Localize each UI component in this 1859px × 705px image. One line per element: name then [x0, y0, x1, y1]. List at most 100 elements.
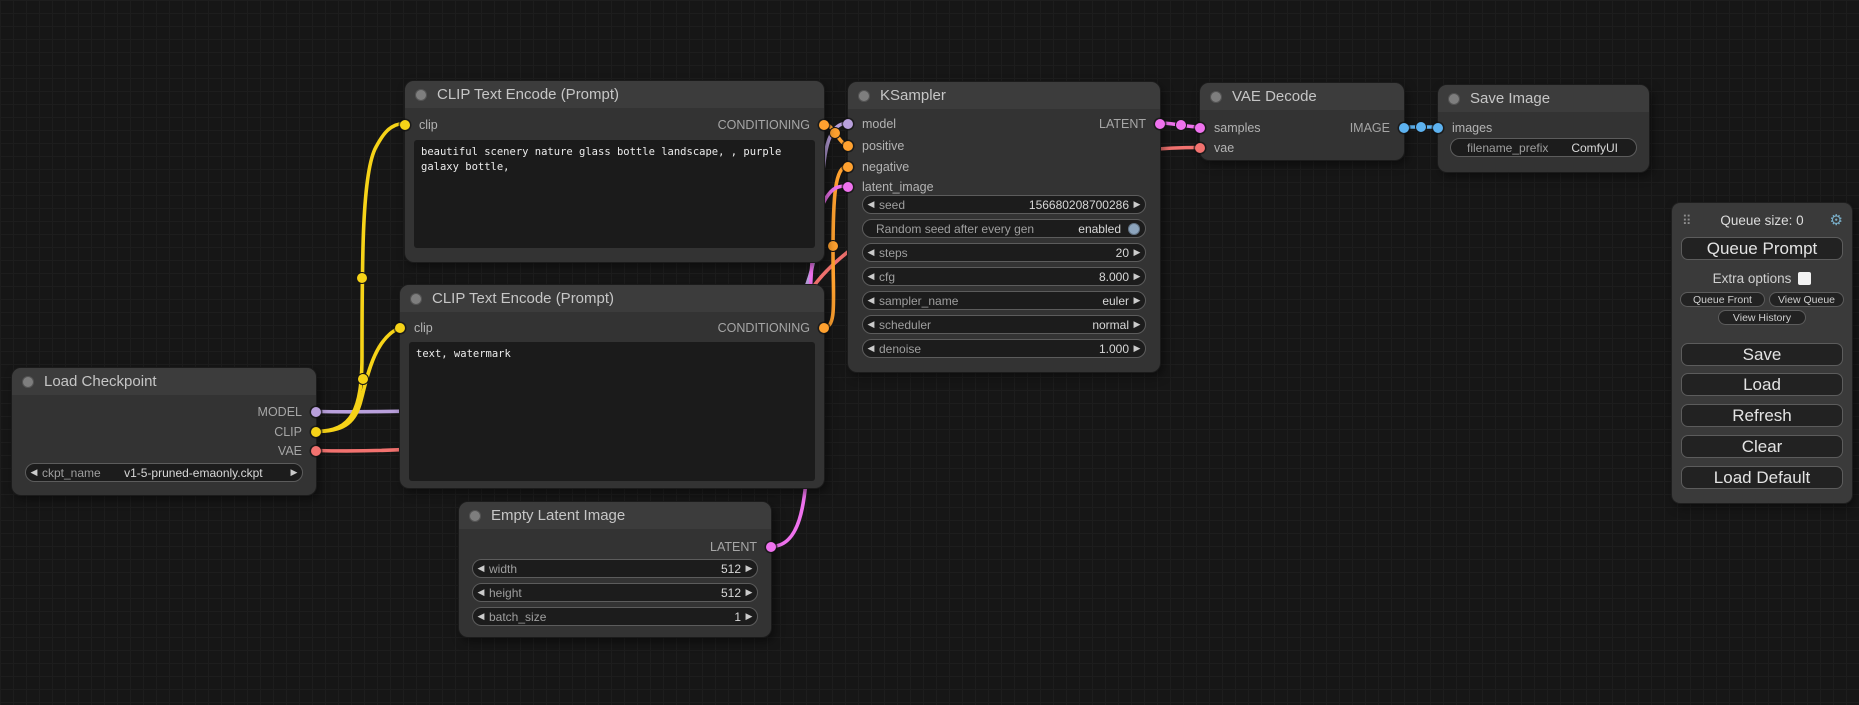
increment-arrow-icon[interactable]: ▶	[1129, 247, 1145, 258]
input-label-positive: positive	[862, 139, 904, 153]
queue-prompt-button[interactable]: Queue Prompt	[1681, 237, 1843, 260]
batch-size-widget[interactable]: ◀ batch_size 1 ▶	[472, 607, 758, 626]
port-negative-input[interactable]	[843, 162, 853, 172]
toggle-icon[interactable]	[1128, 223, 1140, 235]
node-ksampler[interactable]: KSampler model LATENT positive negative …	[848, 82, 1160, 372]
node-save-image[interactable]: Save Image images filename_prefix ComfyU…	[1438, 85, 1649, 172]
node-title-bar[interactable]: KSampler	[848, 82, 1160, 109]
increment-arrow-icon[interactable]: ▶	[1129, 295, 1145, 306]
increment-arrow-icon[interactable]: ▶	[286, 467, 302, 478]
decrement-arrow-icon[interactable]: ◀	[863, 343, 879, 354]
collapse-dot-icon[interactable]	[858, 90, 870, 102]
decrement-arrow-icon[interactable]: ◀	[863, 295, 879, 306]
queue-panel[interactable]: ⠿ Queue size: 0 ⚙ Queue Prompt Extra opt…	[1672, 203, 1852, 503]
width-widget[interactable]: ◀ width 512 ▶	[472, 559, 758, 578]
input-label-images: images	[1452, 121, 1492, 135]
reroute-dot-positive	[830, 128, 841, 139]
input-label-samples: samples	[1214, 121, 1261, 135]
ckpt-name-widget[interactable]: ◀ ckpt_name v1-5-pruned-emaonly.ckpt ▶	[25, 463, 303, 482]
random-seed-widget[interactable]: Random seed after every gen enabled	[862, 219, 1146, 238]
port-vae-output[interactable]	[311, 446, 321, 456]
port-positive-input[interactable]	[843, 141, 853, 151]
port-model-output[interactable]	[311, 407, 321, 417]
port-clip-input[interactable]	[400, 120, 410, 130]
save-button[interactable]: Save	[1681, 343, 1843, 366]
denoise-widget[interactable]: ◀ denoise 1.000 ▶	[862, 339, 1146, 358]
port-image-output[interactable]	[1399, 123, 1409, 133]
collapse-dot-icon[interactable]	[22, 376, 34, 388]
node-vae-decode[interactable]: VAE Decode samples IMAGE vae	[1200, 83, 1404, 160]
output-label-latent: LATENT	[1099, 117, 1146, 131]
decrement-arrow-icon[interactable]: ◀	[863, 319, 879, 330]
node-title-bar[interactable]: CLIP Text Encode (Prompt)	[405, 81, 824, 108]
queue-size-label: Queue size: 0	[1672, 213, 1852, 228]
decrement-arrow-icon[interactable]: ◀	[863, 247, 879, 258]
decrement-arrow-icon[interactable]: ◀	[863, 271, 879, 282]
extra-options-label: Extra options	[1713, 271, 1792, 286]
decrement-arrow-icon[interactable]: ◀	[473, 587, 489, 598]
cfg-widget[interactable]: ◀ cfg 8.000 ▶	[862, 267, 1146, 286]
clear-button[interactable]: Clear	[1681, 435, 1843, 458]
port-conditioning-output[interactable]	[819, 120, 829, 130]
extra-options-checkbox[interactable]	[1798, 272, 1811, 285]
filename-prefix-widget[interactable]: filename_prefix ComfyUI	[1450, 138, 1637, 157]
increment-arrow-icon[interactable]: ▶	[1129, 271, 1145, 282]
port-model-input[interactable]	[843, 119, 853, 129]
port-latent-output[interactable]	[766, 542, 776, 552]
decrement-arrow-icon[interactable]: ◀	[473, 611, 489, 622]
decrement-arrow-icon[interactable]: ◀	[26, 467, 42, 478]
view-history-button[interactable]: View History	[1718, 310, 1806, 325]
settings-gear-icon[interactable]: ⚙	[1830, 213, 1843, 228]
node-clip-text-encode-positive[interactable]: CLIP Text Encode (Prompt) clip CONDITION…	[405, 81, 824, 262]
widget-name: sampler_name	[879, 294, 958, 308]
seed-widget[interactable]: ◀ seed 156680208700286 ▶	[862, 195, 1146, 214]
port-samples-input[interactable]	[1195, 123, 1205, 133]
node-empty-latent-image[interactable]: Empty Latent Image LATENT ◀ width 512 ▶ …	[459, 502, 771, 637]
port-vae-input[interactable]	[1195, 143, 1205, 153]
port-latent-image-input[interactable]	[843, 182, 853, 192]
collapse-dot-icon[interactable]	[415, 89, 427, 101]
sampler-name-widget[interactable]: ◀ sampler_name euler ▶	[862, 291, 1146, 310]
node-title-bar[interactable]: VAE Decode	[1200, 83, 1404, 110]
output-label-vae: VAE	[278, 444, 302, 458]
drag-handle-icon[interactable]: ⠿	[1682, 214, 1692, 227]
scheduler-widget[interactable]: ◀ scheduler normal ▶	[862, 315, 1146, 334]
decrement-arrow-icon[interactable]: ◀	[473, 563, 489, 574]
output-label-conditioning: CONDITIONING	[718, 321, 810, 335]
collapse-dot-icon[interactable]	[469, 510, 481, 522]
port-clip-output[interactable]	[311, 427, 321, 437]
view-queue-button[interactable]: View Queue	[1769, 292, 1844, 307]
node-title-bar[interactable]: CLIP Text Encode (Prompt)	[400, 285, 824, 312]
widget-name: scheduler	[879, 318, 931, 332]
collapse-dot-icon[interactable]	[1448, 93, 1460, 105]
increment-arrow-icon[interactable]: ▶	[1129, 319, 1145, 330]
node-title-bar[interactable]: Save Image	[1438, 85, 1649, 112]
prompt-textarea[interactable]: beautiful scenery nature glass bottle la…	[414, 140, 815, 248]
refresh-button[interactable]: Refresh	[1681, 404, 1843, 427]
port-clip-input[interactable]	[395, 323, 405, 333]
collapse-dot-icon[interactable]	[410, 293, 422, 305]
increment-arrow-icon[interactable]: ▶	[1129, 199, 1145, 210]
height-widget[interactable]: ◀ height 512 ▶	[472, 583, 758, 602]
steps-widget[interactable]: ◀ steps 20 ▶	[862, 243, 1146, 262]
node-load-checkpoint[interactable]: Load Checkpoint MODEL CLIP VAE ◀ ckpt_na…	[12, 368, 316, 495]
node-clip-text-encode-negative[interactable]: CLIP Text Encode (Prompt) clip CONDITION…	[400, 285, 824, 488]
port-latent-output[interactable]	[1155, 119, 1165, 129]
prompt-textarea[interactable]: text, watermark	[409, 342, 815, 481]
increment-arrow-icon[interactable]: ▶	[1129, 343, 1145, 354]
increment-arrow-icon[interactable]: ▶	[741, 587, 757, 598]
collapse-dot-icon[interactable]	[1210, 91, 1222, 103]
node-title-bar[interactable]: Load Checkpoint	[12, 368, 316, 395]
increment-arrow-icon[interactable]: ▶	[741, 563, 757, 574]
widget-name: seed	[879, 198, 905, 212]
graph-canvas[interactable]: Load Checkpoint MODEL CLIP VAE ◀ ckpt_na…	[0, 0, 1859, 705]
decrement-arrow-icon[interactable]: ◀	[863, 199, 879, 210]
input-label-clip: clip	[419, 118, 438, 132]
queue-front-button[interactable]: Queue Front	[1680, 292, 1765, 307]
load-button[interactable]: Load	[1681, 373, 1843, 396]
load-default-button[interactable]: Load Default	[1681, 466, 1843, 489]
port-conditioning-output[interactable]	[819, 323, 829, 333]
node-title-bar[interactable]: Empty Latent Image	[459, 502, 771, 529]
increment-arrow-icon[interactable]: ▶	[741, 611, 757, 622]
port-images-input[interactable]	[1433, 123, 1443, 133]
